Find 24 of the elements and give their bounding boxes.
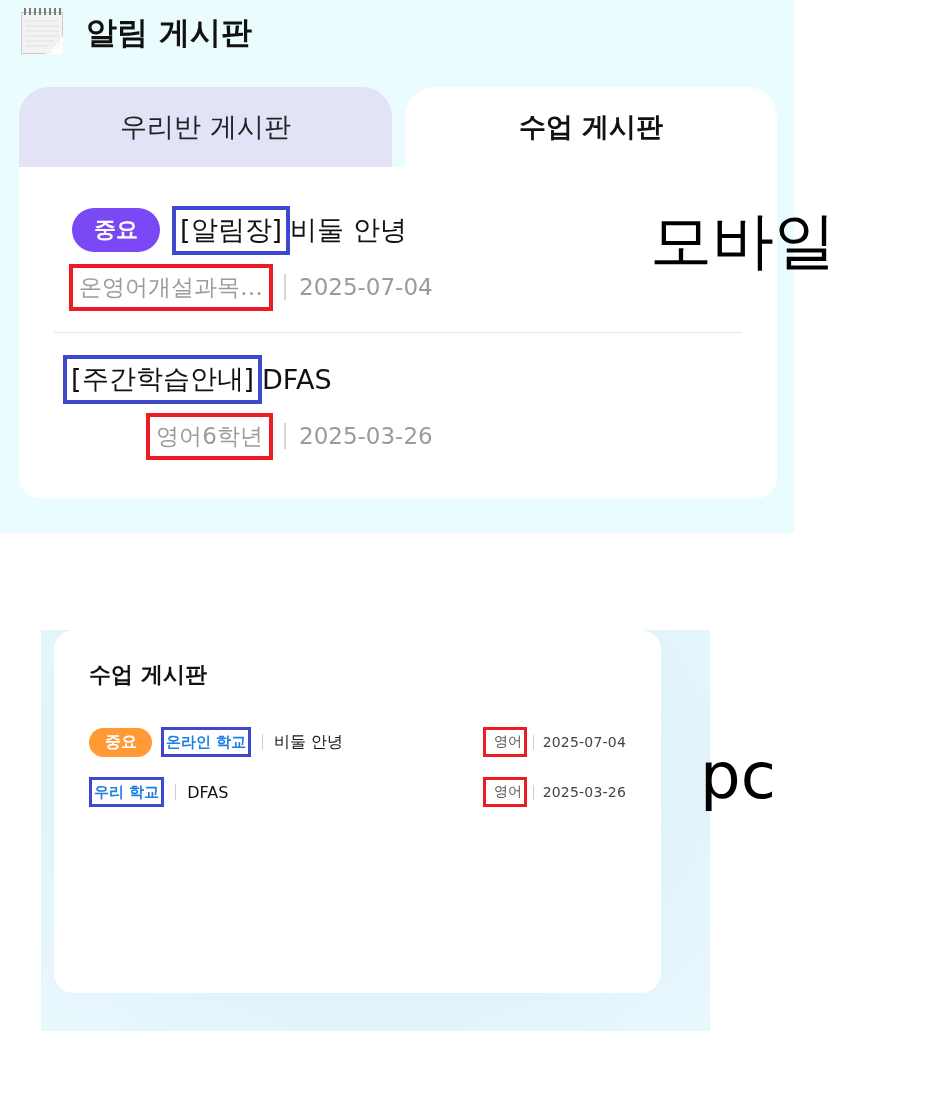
post-title[interactable]: DFAS — [262, 363, 332, 395]
post-date: 2025-03-26 — [542, 784, 626, 800]
notepad-icon — [20, 8, 64, 55]
school-label: 온라인 학교 — [166, 732, 247, 752]
board-title: 알림 게시판 — [86, 12, 252, 52]
important-badge: 중요 — [72, 208, 160, 252]
post-title[interactable]: 비둘 안녕 — [290, 212, 407, 248]
board-title: 수업 게시판 — [89, 661, 208, 689]
subject-label: 영어 — [493, 783, 522, 801]
post-title[interactable]: DFAS — [187, 782, 229, 802]
important-badge: 중요 — [89, 727, 152, 757]
subject-label: 영어 — [493, 733, 522, 751]
post-title[interactable]: 비둘 안녕 — [274, 731, 344, 753]
post-date: 2025-07-04 — [542, 734, 626, 750]
category-label: [알림장] — [180, 213, 283, 247]
subject-label: 온영어개설과목… — [79, 272, 263, 302]
board-tab[interactable]: 수업 게시판 — [404, 87, 777, 167]
subject-label: 영어6학년 — [156, 421, 263, 451]
category-label: [주간학습안내] — [71, 362, 255, 396]
caption-text: 모바일 — [650, 210, 836, 272]
board-tab[interactable]: 우리반 게시판 — [19, 87, 392, 167]
school-label: 우리 학교 — [94, 782, 160, 802]
post-date: 2025-07-04 — [299, 274, 433, 300]
post-date: 2025-03-26 — [299, 423, 433, 449]
